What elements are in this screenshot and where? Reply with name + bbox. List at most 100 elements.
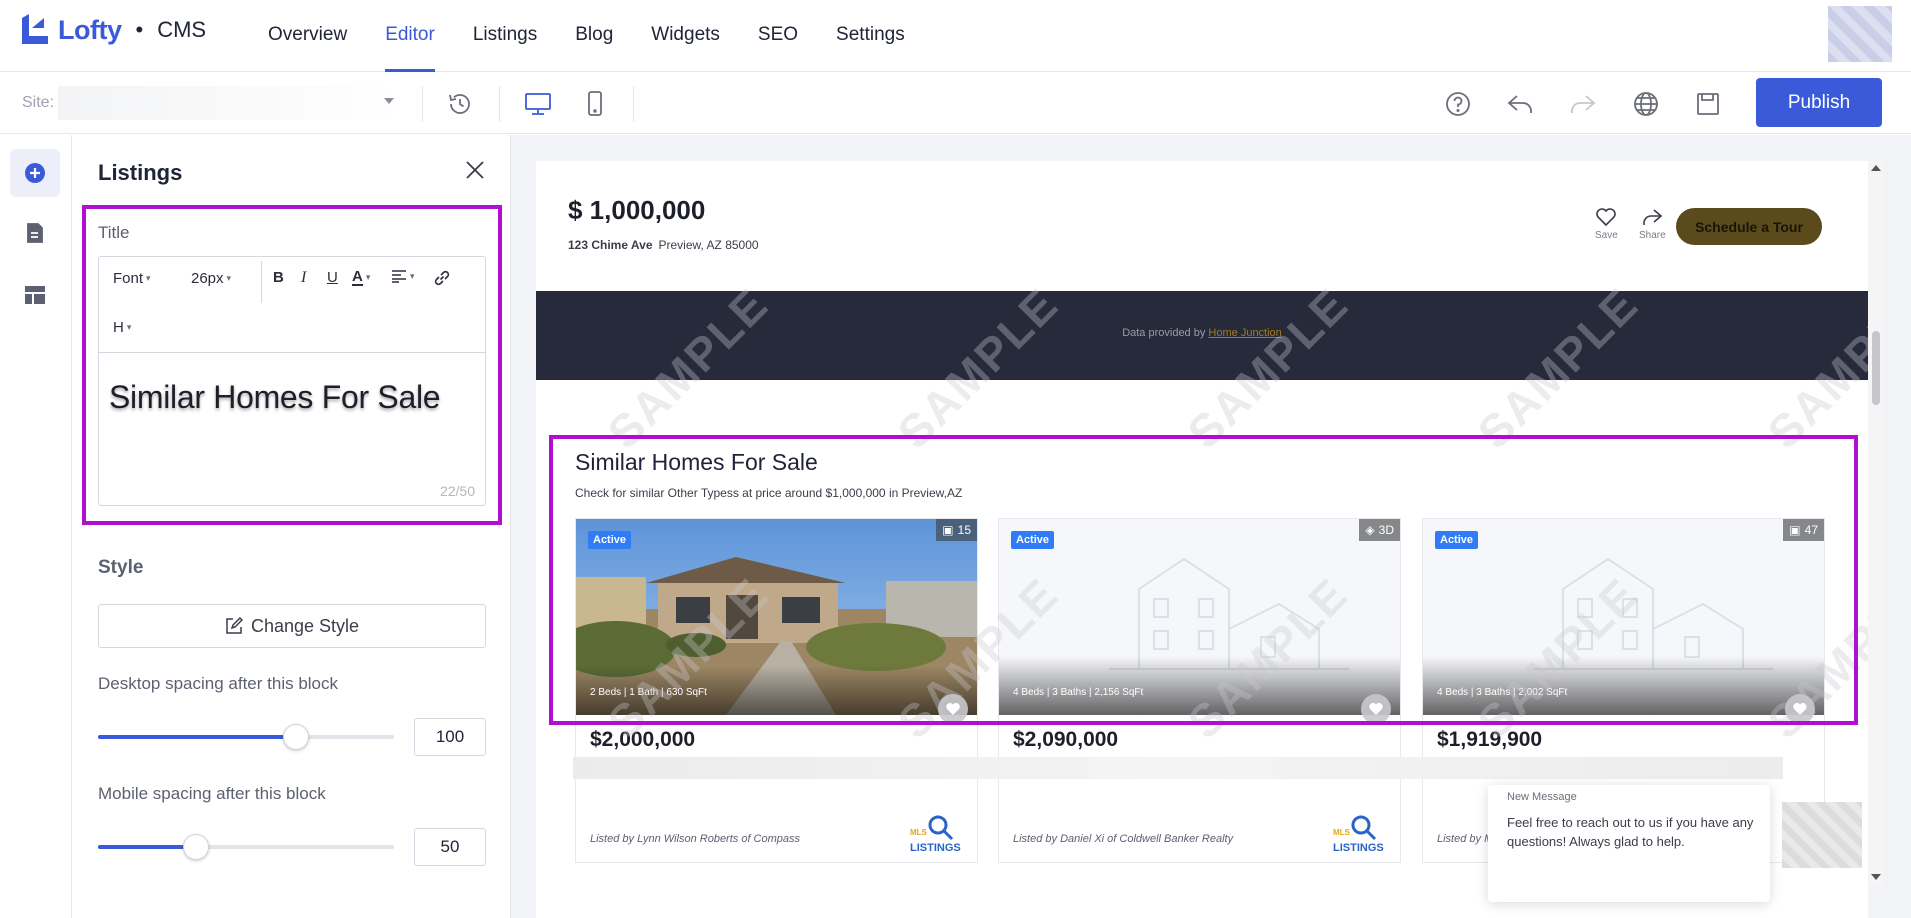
chat-agent-avatar[interactable] xyxy=(1782,802,1862,868)
bold-icon[interactable]: B xyxy=(273,269,284,286)
mobile-spacing-slider[interactable] xyxy=(98,834,394,860)
card-price: $1,919,900 xyxy=(1437,728,1543,751)
editor-divider xyxy=(261,261,262,303)
toolbar-divider xyxy=(422,86,423,122)
pages-icon[interactable] xyxy=(10,209,60,257)
underline-icon[interactable]: U xyxy=(327,269,338,286)
blurred-content xyxy=(573,757,1783,779)
history-icon[interactable] xyxy=(444,88,476,120)
scroll-down-icon[interactable] xyxy=(1871,874,1881,880)
favorite-heart-icon[interactable] xyxy=(938,694,968,724)
share-label: Share xyxy=(1639,230,1666,241)
globe-icon[interactable] xyxy=(1630,88,1662,120)
listing-card[interactable]: Active ▣ 15 2 Beds | 1 Bath | 630 SqFt $2… xyxy=(575,518,978,863)
chevron-down-icon[interactable] xyxy=(384,98,394,104)
site-label: Site: xyxy=(22,94,55,111)
layout-icon[interactable] xyxy=(10,271,60,319)
listing-card[interactable]: Active ◈ 3D 4 Beds | 3 Baths | 2,156 SqFt… xyxy=(998,518,1401,863)
slider-handle[interactable] xyxy=(182,834,209,860)
char-count: 22/50 xyxy=(439,483,475,499)
image-icon: ▣ xyxy=(942,523,954,537)
card-price: $2,090,000 xyxy=(1013,728,1119,751)
text-color-icon[interactable]: A ▾ xyxy=(352,269,370,286)
provider-link[interactable]: Home Junction xyxy=(1208,327,1281,339)
editor-toolbar-row: Font ▾ 26px ▾ B I U A ▾ ▾ H ▾ xyxy=(99,257,485,353)
slider-fill xyxy=(98,735,297,739)
svg-text:MLS: MLS xyxy=(910,828,928,837)
redo-icon[interactable] xyxy=(1567,88,1599,120)
card-specs: 4 Beds | 3 Baths | 2,002 SqFt xyxy=(1437,687,1568,698)
data-provided-text: Data provided by Home Junction xyxy=(536,327,1868,339)
tab-seo[interactable]: SEO xyxy=(758,0,798,72)
heart-icon xyxy=(1596,208,1617,227)
tab-editor[interactable]: Editor xyxy=(385,0,435,72)
chevron-down-icon: ▾ xyxy=(226,273,232,283)
product-name: CMS xyxy=(157,17,207,42)
favorite-heart-icon[interactable] xyxy=(1361,694,1391,724)
status-badge: Active xyxy=(1011,531,1055,549)
close-icon[interactable] xyxy=(464,159,488,183)
brand-separator: • xyxy=(135,17,144,42)
align-icon[interactable]: ▾ xyxy=(391,269,415,283)
save-label: Save xyxy=(1595,230,1618,241)
tab-listings[interactable]: Listings xyxy=(473,0,537,72)
schedule-tour-button[interactable]: Schedule a Tour xyxy=(1676,208,1822,245)
desktop-spacing-input[interactable] xyxy=(414,718,486,756)
app-logo[interactable]: Lofty • CMS xyxy=(20,14,206,46)
desktop-spacing-slider[interactable] xyxy=(98,724,394,750)
listings-panel: Listings Title Font▾ 26px▾ B I U A▾ ▾ xyxy=(72,135,511,918)
scroll-thumb[interactable] xyxy=(1872,331,1880,405)
site-select[interactable] xyxy=(58,86,398,120)
tab-blog[interactable]: Blog xyxy=(575,0,613,72)
card-specs: 4 Beds | 3 Baths | 2,156 SqFt xyxy=(1013,687,1144,698)
media-count-value: 3D xyxy=(1378,523,1394,537)
title-field-label: Title xyxy=(98,223,130,242)
placeholder-house-image xyxy=(1423,519,1824,715)
tab-overview[interactable]: Overview xyxy=(268,0,347,72)
listing-address: 123 Chime Ave Preview, AZ 85000 xyxy=(568,238,759,252)
font-family-dropdown[interactable]: Font ▾ xyxy=(113,270,151,287)
tab-settings[interactable]: Settings xyxy=(836,0,905,72)
slider-handle[interactable] xyxy=(283,724,310,750)
italic-icon[interactable]: I xyxy=(301,269,306,287)
help-icon[interactable] xyxy=(1442,88,1474,120)
share-icon xyxy=(1643,209,1663,225)
add-block-icon[interactable] xyxy=(10,149,60,197)
edit-icon xyxy=(226,617,243,634)
heading-label: H xyxy=(113,319,124,336)
save-icon[interactable] xyxy=(1692,88,1724,120)
similar-homes-title[interactable]: Similar Homes For Sale xyxy=(575,449,818,476)
desktop-view-icon[interactable] xyxy=(522,88,554,120)
mobile-view-icon[interactable] xyxy=(579,88,611,120)
address-street: 123 Chime Ave xyxy=(568,238,653,252)
svg-text:LISTINGS: LISTINGS xyxy=(910,842,961,854)
change-style-label: Change Style xyxy=(250,615,360,636)
publish-button[interactable]: Publish xyxy=(1756,78,1882,127)
user-avatar[interactable] xyxy=(1828,6,1892,62)
data-provider-band: Data provided by Home Junction xyxy=(536,291,1868,380)
top-nav: Lofty • CMS Overview Editor Listings Blo… xyxy=(0,0,1911,72)
panel-title: Listings xyxy=(98,160,183,185)
mobile-spacing-input[interactable] xyxy=(414,828,486,866)
photo-count: ▣ 47 xyxy=(1783,519,1824,541)
chat-popup[interactable]: New Message Feel free to reach out to us… xyxy=(1488,785,1770,902)
3d-tour-count: ◈ 3D xyxy=(1359,519,1400,541)
placeholder-house-image xyxy=(999,519,1400,715)
status-badge: Active xyxy=(588,531,632,549)
scroll-up-icon[interactable] xyxy=(1871,165,1881,171)
tab-widgets[interactable]: Widgets xyxy=(651,0,720,72)
change-style-button[interactable]: Change Style xyxy=(98,604,486,648)
toolbar-divider xyxy=(499,86,500,122)
font-size-dropdown[interactable]: 26px ▾ xyxy=(191,270,231,287)
title-text[interactable]: Similar Homes For Sale xyxy=(109,379,441,416)
photo-count-value: 47 xyxy=(1804,523,1818,537)
favorite-heart-icon[interactable] xyxy=(1785,694,1815,724)
preview-scrollbar[interactable] xyxy=(1868,161,1884,886)
undo-icon[interactable] xyxy=(1504,88,1536,120)
title-rich-text-editor[interactable]: Font ▾ 26px ▾ B I U A ▾ ▾ H ▾ Similar Homes … xyxy=(98,256,486,506)
heading-dropdown[interactable]: H ▾ xyxy=(113,319,131,336)
share-listing[interactable]: Share xyxy=(1639,207,1666,241)
link-icon[interactable] xyxy=(433,269,451,287)
save-listing[interactable]: Save xyxy=(1595,207,1618,241)
listed-by: Listed by Daniel Xi of Coldwell Banker R… xyxy=(1013,833,1234,845)
